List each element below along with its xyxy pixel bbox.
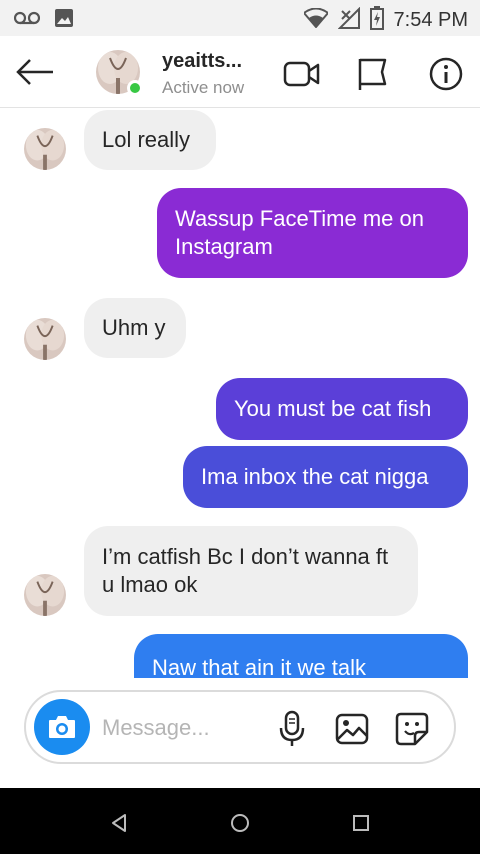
back-button[interactable] [14,52,56,92]
signal-icon [337,6,360,34]
conversation-header: yeaitts... Active now [0,36,480,108]
image-notification-icon [54,8,74,33]
voice-message-button[interactable] [272,709,312,749]
message-composer [24,690,456,764]
camera-button[interactable] [34,699,90,755]
report-flag-button[interactable] [352,54,392,94]
nav-recents-button[interactable] [346,808,376,838]
video-call-icon [283,61,320,87]
video-call-button[interactable] [282,54,322,94]
message-input[interactable] [102,714,262,742]
sticker-button[interactable] [392,709,432,749]
battery-icon [369,6,384,35]
header-avatar[interactable] [96,50,143,96]
message-thread[interactable]: Lol really Wassup FaceTime me on Instagr… [0,108,480,678]
gallery-icon [335,713,369,745]
outgoing-message[interactable]: Naw that ain it we talk [134,634,468,678]
nav-home-button[interactable] [225,808,255,838]
incoming-message[interactable]: Lol really [84,110,216,170]
sender-avatar[interactable] [24,318,66,360]
recents-square-icon [353,815,369,831]
voicemail-icon [13,11,41,30]
active-status: Active now [162,78,245,97]
info-button[interactable] [426,54,466,94]
chat-username[interactable]: yeaitts... [162,50,242,73]
sender-avatar[interactable] [24,128,66,170]
status-time: 7:54 PM [393,9,468,31]
wifi-icon [302,7,329,33]
back-arrow-icon [16,59,53,85]
microphone-icon [279,710,305,746]
flag-icon [358,58,387,90]
outgoing-message[interactable]: You must be cat fish [216,378,468,440]
incoming-message[interactable]: I’m catfish Bc I don’t wanna ft u lmao o… [84,526,418,616]
home-circle-icon [231,814,249,832]
status-bar: 7:54 PM [0,0,480,36]
online-indicator [127,80,143,96]
back-triangle-icon [112,814,126,832]
sender-avatar[interactable] [24,574,66,616]
incoming-message[interactable]: Uhm y [84,298,186,358]
info-icon [429,57,463,91]
system-navigation-bar [0,788,480,854]
outgoing-message[interactable]: Wassup FaceTime me on Instagram [157,188,468,278]
sticker-icon [395,712,429,746]
outgoing-message[interactable]: Ima inbox the cat nigga [183,446,468,508]
nav-back-button[interactable] [104,808,134,838]
camera-icon [49,716,75,738]
gallery-button[interactable] [332,709,372,749]
